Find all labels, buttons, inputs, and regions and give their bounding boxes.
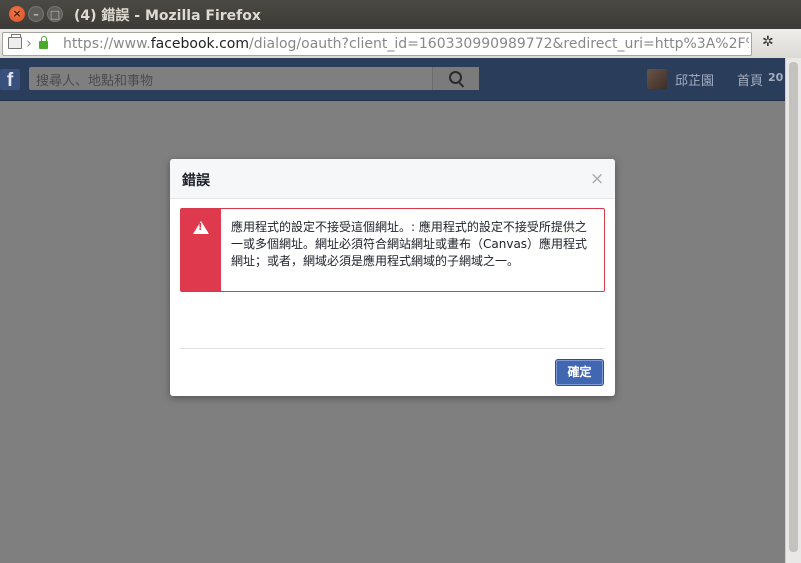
error-stripe: !	[181, 209, 221, 291]
window-title: (4) 錯誤 - Mozilla Firefox	[74, 8, 261, 24]
search-placeholder: 搜尋人、地點和事物	[36, 74, 154, 89]
ok-button[interactable]: 確定	[556, 360, 603, 385]
extension-icon[interactable]: ✲	[762, 34, 774, 50]
home-link[interactable]: 首頁	[737, 70, 763, 89]
scrollbar-thumb[interactable]	[789, 62, 798, 552]
window-maximize-button[interactable]: □	[47, 6, 63, 22]
window-titlebar: × – □ (4) 錯誤 - Mozilla Firefox	[0, 0, 801, 29]
search-icon	[449, 71, 462, 84]
error-message-text: 應用程式的設定不接受這個網址。: 應用程式的設定不接受所提供之一或多個網址。網址…	[231, 220, 588, 268]
tab-groups-icon[interactable]	[8, 34, 22, 49]
warning-icon-mark: !	[198, 222, 203, 233]
lock-icon[interactable]	[39, 36, 48, 49]
url-text[interactable]: https://www.facebook.com/dialog/oauth?cl…	[63, 36, 749, 52]
url-path: /dialog/oauth?client_id=160330990989772&…	[249, 36, 749, 52]
chevron-right-icon: ›	[26, 34, 32, 52]
search-button[interactable]	[432, 67, 479, 90]
window-close-button[interactable]: ×	[9, 6, 25, 22]
dialog-divider	[180, 348, 605, 349]
url-bar[interactable]: › https://www.facebook.com/dialog/oauth?…	[2, 32, 752, 56]
search-input[interactable]: 搜尋人、地點和事物	[29, 67, 479, 90]
profile-link[interactable]: 邱芷園	[675, 70, 714, 89]
error-message-box: ! 應用程式的設定不接受這個網址。: 應用程式的設定不接受所提供之一或多個網址。…	[180, 208, 605, 292]
facebook-logo[interactable]: f	[0, 69, 20, 91]
dialog-title: 錯誤	[182, 173, 210, 189]
facebook-header: f 搜尋人、地點和事物 邱芷園 首頁 20	[0, 58, 785, 101]
browser-navbar: › https://www.facebook.com/dialog/oauth?…	[0, 29, 801, 59]
close-icon[interactable]: ×	[590, 169, 604, 189]
dialog-header: 錯誤 ×	[170, 159, 615, 199]
error-dialog: 錯誤 × ! 應用程式的設定不接受這個網址。: 應用程式的設定不接受所提供之一或…	[170, 159, 615, 396]
url-domain: facebook.com	[150, 36, 249, 52]
avatar[interactable]	[647, 69, 667, 89]
scrollbar[interactable]	[785, 58, 801, 563]
notification-badge[interactable]: 20	[768, 71, 783, 84]
window-minimize-button[interactable]: –	[28, 6, 44, 22]
url-prefix: https://www.	[63, 36, 151, 52]
